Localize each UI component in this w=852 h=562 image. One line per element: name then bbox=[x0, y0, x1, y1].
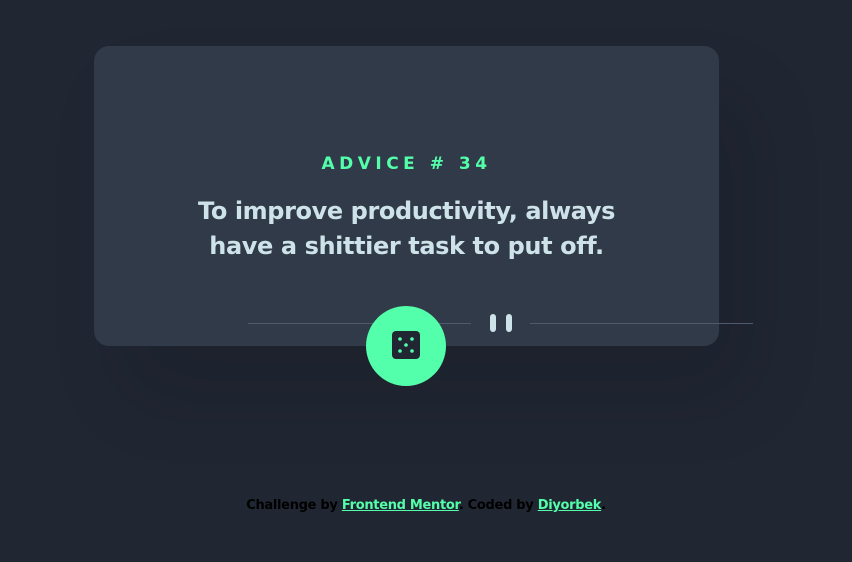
divider-line-right bbox=[530, 323, 753, 324]
advice-card: ADVICE # 34 To improve productivity, alw… bbox=[94, 46, 753, 346]
attribution-challenge-prefix: Challenge by bbox=[246, 498, 338, 513]
advice-quote: To improve productivity, always have a s… bbox=[198, 197, 615, 260]
pause-divider-icon bbox=[490, 314, 512, 332]
dice-icon bbox=[392, 331, 420, 359]
advice-id: ADVICE # 34 bbox=[321, 154, 492, 174]
attribution: Challenge by Frontend Mentor. Coded by D… bbox=[0, 498, 852, 513]
divider bbox=[248, 304, 753, 344]
generate-advice-button[interactable] bbox=[366, 306, 446, 386]
attribution-suffix: . bbox=[601, 498, 606, 513]
frontend-mentor-link[interactable]: Frontend Mentor bbox=[342, 498, 459, 513]
author-link[interactable]: Diyorbek bbox=[538, 498, 602, 513]
attribution-coded-prefix: . Coded by bbox=[458, 498, 534, 513]
